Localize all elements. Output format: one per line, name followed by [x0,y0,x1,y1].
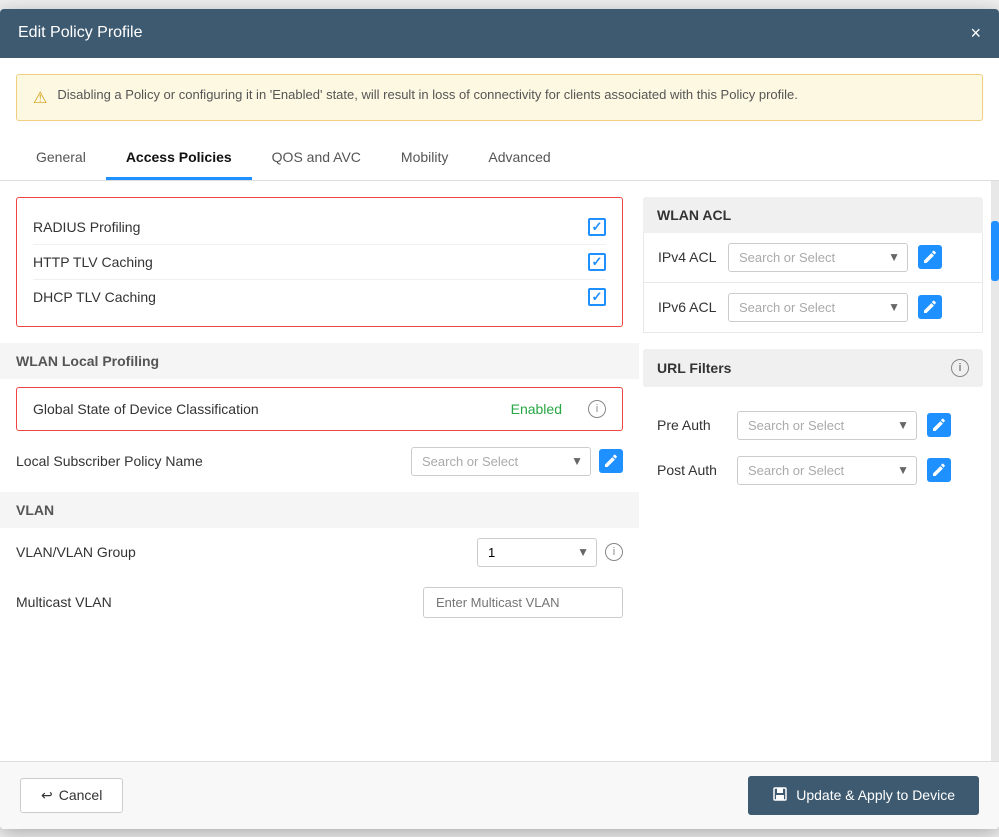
http-tlv-checkbox[interactable] [588,253,606,271]
scrollbar-track[interactable] [991,181,999,761]
local-subscriber-select-wrapper: Search or Select ▼ [411,447,591,476]
close-button[interactable]: × [970,23,981,44]
ipv4-edit-icon[interactable] [918,245,942,269]
tab-general[interactable]: General [16,137,106,180]
pre-auth-label: Pre Auth [657,417,727,433]
multicast-vlan-label: Multicast VLAN [16,594,415,610]
dhcp-tlv-label: DHCP TLV Caching [33,289,156,305]
ipv6-acl-row: IPv6 ACL Search or Select ▼ [643,283,983,333]
local-subscriber-select[interactable]: Search or Select [411,447,591,476]
url-filters-section: URL Filters i [643,349,983,387]
url-filters-info-icon[interactable]: i [951,359,969,377]
modal-header: Edit Policy Profile × [0,9,999,58]
dhcp-tlv-row: DHCP TLV Caching [33,280,606,314]
tab-advanced[interactable]: Advanced [468,137,570,180]
vlan-select-wrapper: 1 ▼ [477,538,597,567]
ipv4-acl-label: IPv4 ACL [658,249,718,265]
cancel-button[interactable]: ↩ Cancel [20,778,123,813]
post-auth-edit-icon[interactable] [927,458,951,482]
multicast-vlan-input[interactable] [423,587,623,618]
http-tlv-row: HTTP TLV Caching [33,245,606,280]
vlan-group-select[interactable]: 1 [477,538,597,567]
left-panel: RADIUS Profiling HTTP TLV Caching DHCP T… [16,197,623,745]
vlan-section-header: VLAN [0,492,639,528]
scrollbar-thumb[interactable] [991,221,999,281]
post-auth-select[interactable]: Search or Select [737,456,917,485]
edit-policy-modal: Edit Policy Profile × ⚠ Disabling a Poli… [0,9,999,829]
local-subscriber-row: Local Subscriber Policy Name Search or S… [16,439,623,484]
modal-footer: ↩ Cancel Update & Apply to Device [0,761,999,829]
ipv6-acl-label: IPv6 ACL [658,299,718,315]
ipv6-acl-select[interactable]: Search or Select [728,293,908,322]
post-auth-label: Post Auth [657,462,727,478]
modal-title: Edit Policy Profile [18,24,143,42]
ipv4-acl-select-wrapper: Search or Select ▼ [728,243,908,272]
global-state-box: Global State of Device Classification En… [16,387,623,431]
vlan-group-row: VLAN/VLAN Group 1 ▼ i [16,528,623,577]
tab-bar: General Access Policies QOS and AVC Mobi… [0,137,999,181]
pre-auth-row: Pre Auth Search or Select ▼ [643,403,983,448]
multicast-vlan-row: Multicast VLAN [16,577,623,628]
ipv4-acl-select[interactable]: Search or Select [728,243,908,272]
pre-auth-edit-icon[interactable] [927,413,951,437]
save-icon [772,786,788,805]
wlan-acl-header: WLAN ACL [643,197,983,233]
radius-profiling-row: RADIUS Profiling [33,210,606,245]
content-area: RADIUS Profiling HTTP TLV Caching DHCP T… [0,181,999,761]
pre-auth-select[interactable]: Search or Select [737,411,917,440]
radius-profiling-label: RADIUS Profiling [33,219,140,235]
ipv6-acl-select-wrapper: Search or Select ▼ [728,293,908,322]
local-subscriber-label: Local Subscriber Policy Name [16,453,403,469]
http-tlv-label: HTTP TLV Caching [33,254,153,270]
dhcp-tlv-checkbox[interactable] [588,288,606,306]
tab-mobility[interactable]: Mobility [381,137,468,180]
post-auth-row: Post Auth Search or Select ▼ [643,448,983,493]
local-subscriber-edit-icon[interactable] [599,449,623,473]
post-auth-select-wrapper: Search or Select ▼ [737,456,917,485]
global-state-label: Global State of Device Classification [33,401,491,417]
pre-auth-select-wrapper: Search or Select ▼ [737,411,917,440]
global-state-info-icon[interactable]: i [588,400,606,418]
url-filters-header: URL Filters i [643,349,983,387]
warning-icon: ⚠ [33,88,47,108]
radius-profiling-checkbox[interactable] [588,218,606,236]
tab-qos-avc[interactable]: QOS and AVC [252,137,381,180]
right-panel: WLAN ACL IPv4 ACL Search or Select ▼ IPv… [643,197,983,745]
ipv4-acl-row: IPv4 ACL Search or Select ▼ [643,233,983,283]
tab-access-policies[interactable]: Access Policies [106,137,252,180]
alert-banner: ⚠ Disabling a Policy or configuring it i… [16,74,983,121]
alert-text: Disabling a Policy or configuring it in … [57,87,798,102]
wlan-local-section-header: WLAN Local Profiling [0,343,639,379]
cancel-icon: ↩ [41,787,53,804]
vlan-group-label: VLAN/VLAN Group [16,544,469,560]
update-apply-button[interactable]: Update & Apply to Device [748,776,979,815]
vlan-info-icon[interactable]: i [605,543,623,561]
wlan-acl-section: WLAN ACL IPv4 ACL Search or Select ▼ IPv… [643,197,983,333]
profiling-section: RADIUS Profiling HTTP TLV Caching DHCP T… [16,197,623,327]
global-state-value: Enabled [511,401,562,417]
ipv6-edit-icon[interactable] [918,295,942,319]
